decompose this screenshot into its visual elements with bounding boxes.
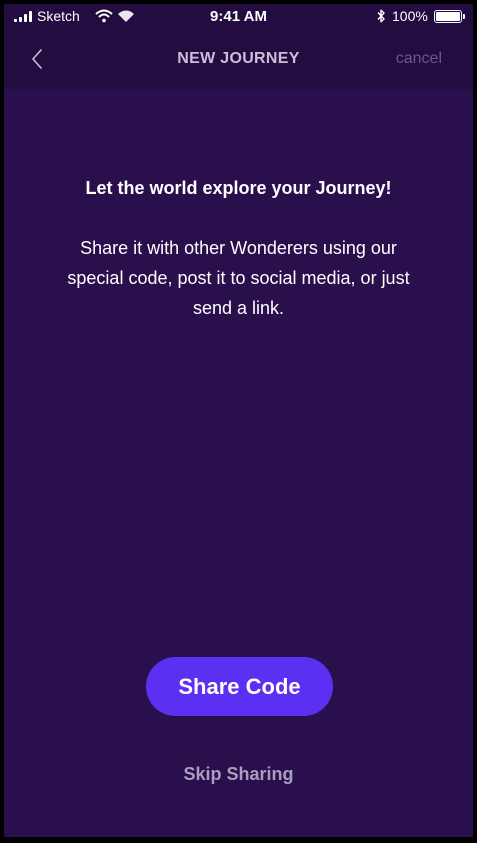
skip-sharing-button[interactable]: Skip Sharing: [4, 763, 473, 785]
cancel-button[interactable]: cancel: [396, 49, 442, 69]
device-frame: Sketch 9:41 AM 100% NEW JOURNEY cancel L…: [0, 0, 477, 843]
share-heading: Let the world explore your Journey!: [85, 178, 392, 198]
battery-icon: [434, 10, 465, 23]
status-bar: Sketch 9:41 AM 100%: [4, 4, 473, 30]
bluetooth-icon: [377, 9, 385, 23]
share-description: Share it with other Wonderers using our …: [67, 238, 410, 318]
battery-percent: 100%: [392, 8, 428, 24]
share-code-button[interactable]: Share Code: [146, 657, 333, 716]
nav-bar: NEW JOURNEY cancel: [4, 30, 473, 89]
screen: Sketch 9:41 AM 100% NEW JOURNEY cancel L…: [4, 4, 473, 837]
top-bar: Sketch 9:41 AM 100% NEW JOURNEY cancel: [4, 4, 473, 89]
